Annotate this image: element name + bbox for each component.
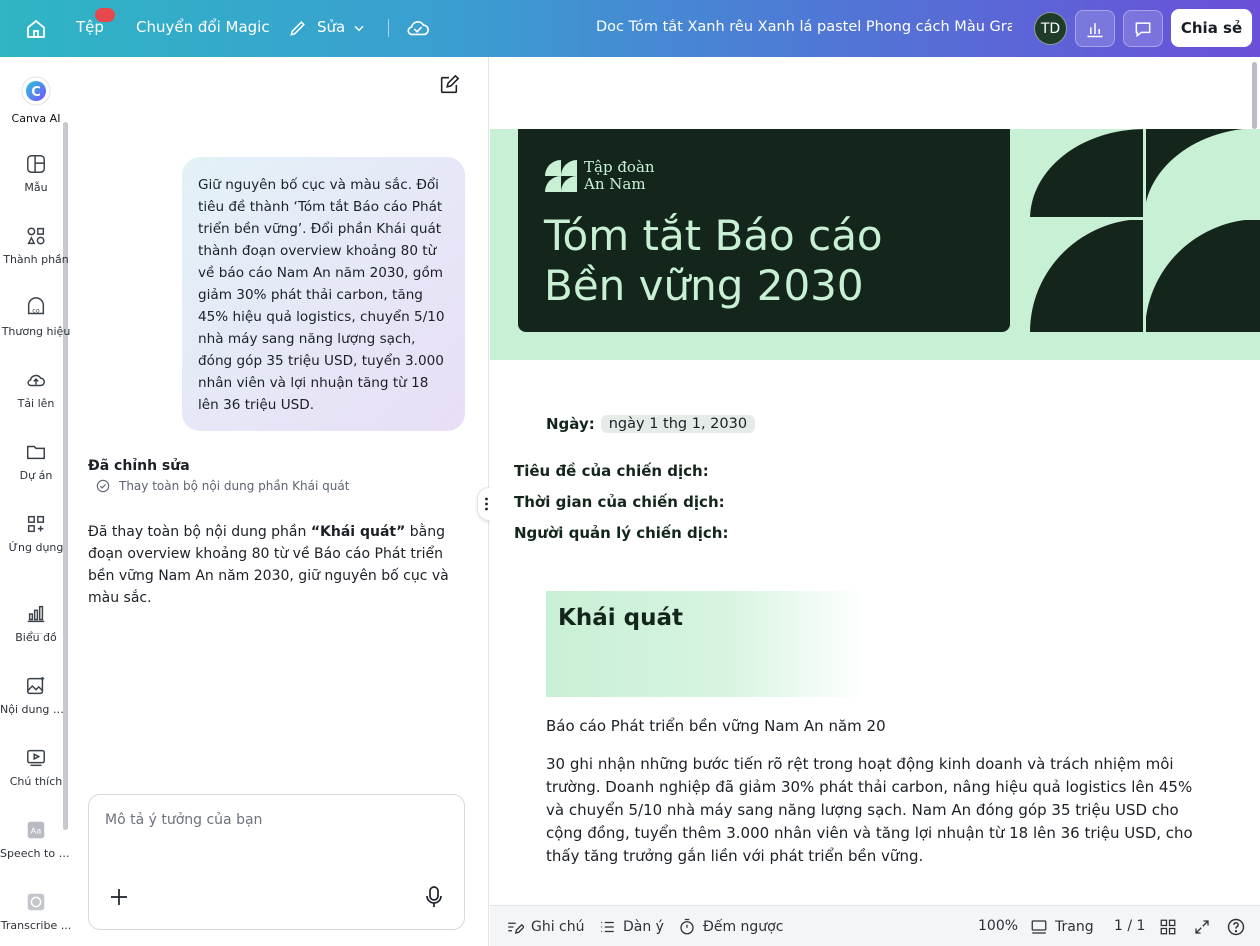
- insights-button[interactable]: [1075, 10, 1115, 47]
- reply-text-prefix: Đã thay toàn bộ nội dung phần: [88, 524, 311, 540]
- edit-menu[interactable]: Sửa: [317, 18, 345, 36]
- rail-item-charts[interactable]: Biểu đồ: [0, 603, 72, 644]
- bottom-bar: Ghi chú Dàn ý Đếm ngược 100% Trang 1 / 1: [490, 905, 1260, 946]
- rail-item-speech-to-text[interactable]: Aa Speech to T...: [0, 819, 72, 860]
- chevron-down-icon[interactable]: [352, 21, 366, 35]
- share-button[interactable]: Chia sẻ: [1171, 9, 1252, 47]
- page-count[interactable]: 1 / 1: [1114, 918, 1145, 934]
- microphone-icon[interactable]: [424, 885, 444, 909]
- canva-ai-icon: C: [21, 76, 51, 106]
- date-label: Ngày: [546, 415, 589, 433]
- avatar[interactable]: TD: [1034, 12, 1067, 45]
- outline-icon: [601, 921, 614, 933]
- rail-item-templates[interactable]: Mẫu: [0, 153, 72, 194]
- user-message-text: Giữ nguyên bố cục và màu sắc. Đổi tiêu đ…: [198, 177, 445, 413]
- rail-item-transcribe[interactable]: Transcribe ...: [0, 891, 72, 932]
- timer-icon: [680, 918, 694, 935]
- field-campaign-manager[interactable]: Người quản lý chiến dịch:: [514, 524, 728, 542]
- home-icon[interactable]: [24, 17, 48, 41]
- edited-step-text: Thay toàn bộ nội dung phần Khái quát: [119, 479, 350, 493]
- rail-item-brand[interactable]: co Thương hiệu: [0, 297, 72, 338]
- canva-ai-chat-panel: Giữ nguyên bố cục và màu sắc. Đổi tiêu đ…: [72, 57, 489, 946]
- prompt-composer: [88, 794, 465, 930]
- elements-icon: [27, 227, 45, 245]
- rail-item-apps[interactable]: Ứng dụng: [0, 513, 72, 554]
- brand-icon: co: [27, 297, 45, 315]
- comments-button[interactable]: [1123, 10, 1163, 47]
- rail-item-projects[interactable]: Dự án: [0, 441, 72, 482]
- notes-icon: [508, 922, 524, 934]
- decorative-quarter-circles: [1030, 129, 1260, 332]
- company-name-line1: Tập đoàn: [584, 158, 655, 176]
- plus-icon[interactable]: [109, 887, 129, 907]
- new-chat-icon[interactable]: [438, 74, 460, 96]
- date-chip[interactable]: ngày 1 thg 1, 2030: [600, 415, 756, 433]
- user-message-bubble: Giữ nguyên bố cục và màu sắc. Đổi tiêu đ…: [182, 157, 465, 431]
- notes-button[interactable]: Ghi chú: [506, 918, 585, 936]
- overview-heading: Khái quát: [558, 605, 683, 631]
- field-campaign-time[interactable]: Thời gian của chiến dịch:: [514, 493, 725, 511]
- company-name-line2: An Nam: [584, 175, 646, 193]
- rail-item-canva-ai[interactable]: C Canva AI: [0, 76, 72, 125]
- document-title[interactable]: Doc Tóm tắt Xanh rêu Xanh lá pastel Phon…: [596, 19, 1012, 35]
- magic-image-icon: [27, 676, 45, 695]
- company-logo-icon: [545, 160, 577, 192]
- zoom-level[interactable]: 100%: [978, 918, 1018, 934]
- document-heading[interactable]: Tóm tắt Báo cáo Bền vững 2030: [544, 211, 984, 311]
- transcribe-icon: [27, 893, 45, 911]
- svg-text:C: C: [31, 85, 41, 100]
- chart-icon: [27, 605, 45, 623]
- templates-icon: [27, 155, 45, 173]
- edited-step-item: Thay toàn bộ nội dung phần Khái quát: [96, 479, 349, 493]
- edited-status-title: Đã chỉnh sửa: [88, 458, 190, 474]
- cloud-saved-icon[interactable]: [406, 17, 430, 39]
- cloud-upload-icon: [27, 374, 45, 387]
- rail-item-magic-content[interactable]: Nội dung M...: [0, 675, 72, 716]
- overview-paragraph-2[interactable]: 30 ghi nhận những bước tiến rõ rệt trong…: [546, 753, 1214, 868]
- rail-item-captions[interactable]: Chú thích: [0, 747, 72, 788]
- document-heading-line2: Bền vững 2030: [544, 261, 864, 310]
- folder-icon: [27, 445, 45, 460]
- svg-text:co: co: [32, 307, 40, 315]
- assistant-reply: Đã thay toàn bộ nội dung phần “Khái quát…: [88, 521, 460, 609]
- design-canvas[interactable]: Tập đoàn An Nam Tóm tắt Báo cáo Bền vững…: [490, 57, 1260, 905]
- field-campaign-title[interactable]: Tiêu đề của chiến dịch:: [514, 462, 709, 480]
- bar-chart-icon: [1087, 22, 1103, 37]
- canvas-scrollbar[interactable]: [1252, 62, 1257, 129]
- grid-view-icon[interactable]: [1159, 918, 1177, 936]
- overview-paragraph-1[interactable]: Báo cáo Phát triển bền vững Nam An năm 2…: [546, 715, 886, 738]
- left-rail: C Canva AI Mẫu Thành phần co Thương hiệu…: [0, 57, 72, 946]
- apps-icon: [27, 515, 45, 533]
- prompt-input[interactable]: [105, 812, 445, 828]
- rail-item-uploads[interactable]: Tải lên: [0, 369, 72, 410]
- company-name: Tập đoàn An Nam: [584, 159, 655, 193]
- document-heading-line1: Tóm tắt Báo cáo: [544, 211, 883, 260]
- notification-badge-icon: [95, 8, 115, 22]
- timer-button[interactable]: Đếm ngược: [678, 918, 783, 936]
- check-circle-icon: [96, 479, 110, 493]
- reply-text-bold: “Khái quát”: [310, 524, 406, 540]
- svg-text:Aa: Aa: [31, 826, 42, 836]
- captions-icon: [27, 749, 45, 767]
- date-row: Ngày: ngày 1 thg 1, 2030: [546, 415, 756, 433]
- rail-item-elements[interactable]: Thành phần: [0, 225, 72, 266]
- top-bar: Tệp Chuyển đổi Magic Sửa Doc Tóm tắt Xan…: [0, 0, 1260, 57]
- outline-button[interactable]: Dàn ý: [598, 918, 664, 936]
- help-icon[interactable]: [1226, 917, 1246, 937]
- date-colon: :: [588, 415, 595, 433]
- speech-to-text-icon: Aa: [27, 821, 45, 839]
- comment-icon: [1135, 21, 1151, 37]
- pencil-icon[interactable]: [288, 18, 308, 38]
- overview-section-header[interactable]: Khái quát: [546, 591, 866, 697]
- fullscreen-icon[interactable]: [1193, 918, 1211, 936]
- toolbar-divider: [388, 19, 389, 37]
- pages-button[interactable]: Trang: [1030, 918, 1094, 936]
- pages-icon: [1031, 920, 1047, 934]
- magic-switch-menu[interactable]: Chuyển đổi Magic: [136, 18, 270, 36]
